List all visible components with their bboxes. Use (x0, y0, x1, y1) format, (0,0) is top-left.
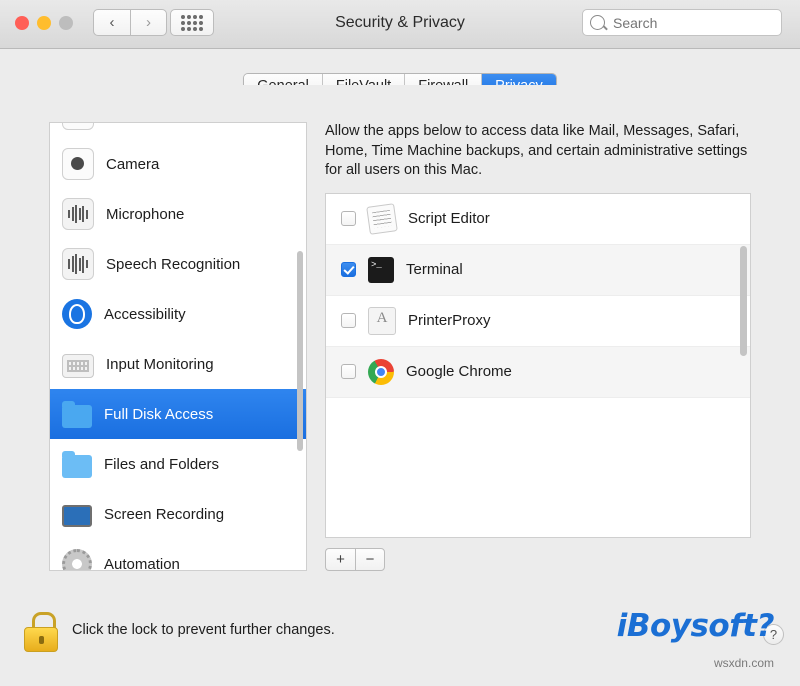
list-item[interactable]: Script Editor (326, 194, 750, 245)
keyboard-icon (62, 354, 94, 378)
security-privacy-window: ‹ › Security & Privacy General FileVault… (0, 0, 800, 686)
list-item[interactable]: Google Chrome (326, 346, 750, 398)
service-list-scrollbar[interactable] (297, 251, 303, 451)
camera-icon (62, 148, 94, 180)
app-name: PrinterProxy (408, 312, 491, 329)
service-label: Screen Recording (104, 505, 225, 523)
sidebar-item-microphone[interactable]: Microphone (50, 189, 306, 239)
search-icon (590, 15, 605, 30)
sidebar-item-accessibility[interactable]: Accessibility (50, 289, 306, 339)
sidebar-item-automation[interactable]: Automation (50, 539, 306, 571)
add-app-button[interactable]: + (325, 548, 355, 571)
chrome-icon (368, 358, 394, 385)
accessibility-icon (62, 299, 92, 329)
contacts-icon (62, 123, 94, 130)
search-field[interactable] (582, 9, 782, 36)
folder-icon (62, 400, 92, 428)
sidebar-item-input-monitoring[interactable]: Input Monitoring (50, 339, 306, 389)
app-checkbox[interactable] (341, 211, 356, 226)
search-input[interactable] (611, 13, 774, 32)
service-label: Files and Folders (104, 455, 220, 473)
service-label: Microphone (106, 205, 185, 223)
microphone-icon (62, 198, 94, 230)
app-name: Terminal (406, 261, 463, 278)
display-icon (62, 505, 92, 527)
app-checkbox[interactable] (341, 313, 356, 328)
list-item[interactable]: Terminal (326, 244, 750, 296)
sidebar-item-screen-recording[interactable]: Screen Recording (50, 489, 306, 539)
service-list[interactable]: Camera Microphone Speech Recognition Acc… (49, 122, 307, 571)
sidebar-item-camera[interactable]: Camera (50, 139, 306, 189)
sidebar-item-files-and-folders[interactable]: Files and Folders (50, 439, 306, 489)
app-name: Google Chrome (406, 363, 512, 380)
terminal-icon (368, 256, 394, 283)
printer-proxy-icon (368, 306, 396, 335)
watermark-rest: Boysoft (626, 608, 757, 644)
app-name: Script Editor (408, 210, 490, 227)
watermark-suffix: ? (756, 608, 775, 644)
service-label: Automation (104, 555, 180, 571)
lock-hint-text: Click the lock to prevent further change… (72, 622, 335, 638)
window-titlebar: ‹ › Security & Privacy (0, 0, 800, 49)
list-item[interactable]: PrinterProxy (326, 296, 750, 347)
watermark-logo: iBoysoft? (616, 608, 775, 644)
sidebar-item-speech-recognition[interactable]: Speech Recognition (50, 239, 306, 289)
service-label: Camera (106, 155, 160, 173)
gear-icon (62, 549, 92, 570)
window-footer: Click the lock to prevent further change… (0, 598, 800, 686)
service-label: Accessibility (104, 305, 186, 323)
speech-recognition-icon (62, 248, 94, 280)
service-label: Input Monitoring (106, 355, 214, 373)
sidebar-item-full-disk-access[interactable]: Full Disk Access (50, 389, 306, 439)
detail-description: Allow the apps below to access data like… (325, 123, 748, 178)
service-label: Speech Recognition (106, 255, 241, 273)
app-checkbox[interactable] (341, 262, 356, 277)
watermark-site: wsxdn.com (713, 656, 774, 670)
app-list-scrollbar[interactable] (740, 245, 747, 356)
detail-pane: Allow the apps below to access data like… (325, 122, 751, 571)
folder-icon (62, 450, 92, 478)
remove-app-button[interactable]: − (355, 548, 385, 571)
script-editor-icon (366, 202, 398, 235)
service-row-partial[interactable] (50, 123, 306, 139)
privacy-panel: Camera Microphone Speech Recognition Acc… (23, 85, 777, 598)
app-list-controls: + − (325, 548, 751, 571)
service-label: Full Disk Access (104, 405, 214, 423)
lock-icon[interactable] (24, 612, 58, 652)
app-list[interactable]: Script Editor Terminal PrinterProxy (325, 192, 751, 538)
watermark-prefix: i (616, 608, 628, 644)
app-checkbox[interactable] (341, 364, 356, 379)
